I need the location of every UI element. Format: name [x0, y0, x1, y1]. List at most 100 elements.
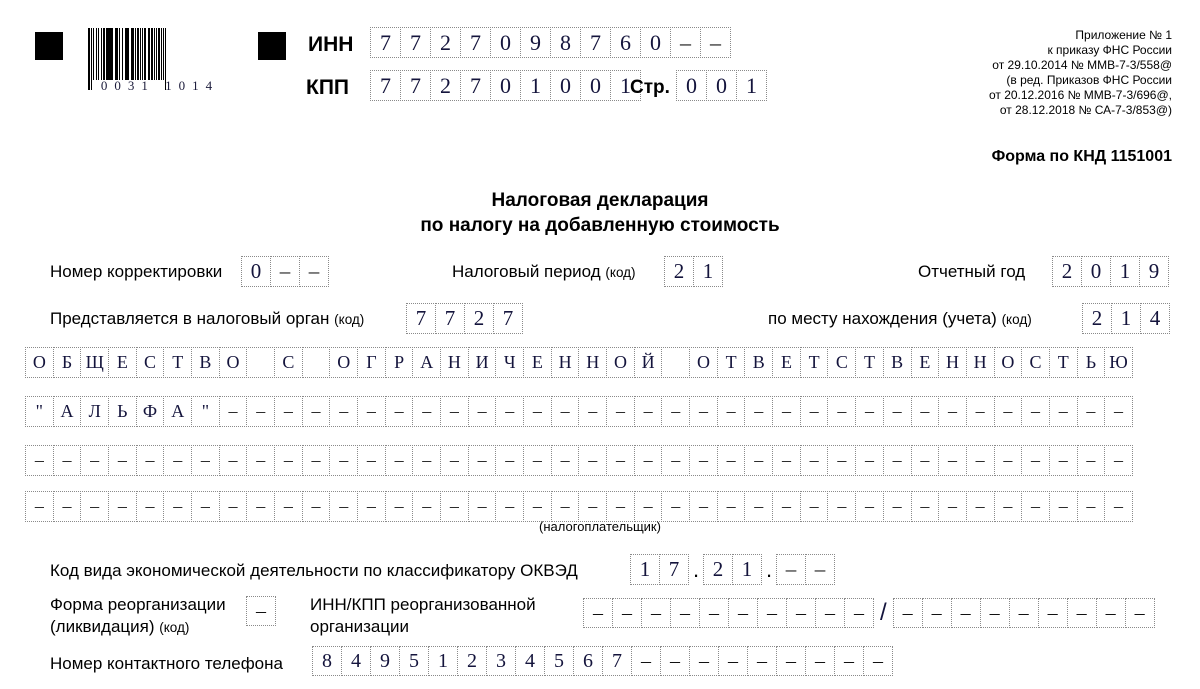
form-cell[interactable]: – — [1037, 598, 1068, 628]
reorg-inn-group[interactable]: – – – – – – – – – – — [583, 598, 874, 628]
form-cell[interactable]: 0 — [580, 70, 611, 101]
form-cell[interactable]: – — [993, 445, 1023, 476]
form-cell[interactable]: – — [218, 396, 248, 427]
okved-field[interactable]: 1 7. 2 1. – – — [630, 554, 835, 585]
form-cell[interactable]: – — [550, 491, 580, 522]
form-cell[interactable]: 1 — [732, 554, 762, 585]
form-cell[interactable]: – — [606, 445, 635, 476]
form-cell[interactable]: – — [921, 598, 952, 628]
form-cell[interactable]: – — [135, 491, 165, 522]
form-cell[interactable]: 0 — [490, 27, 521, 58]
form-cell[interactable]: – — [191, 491, 220, 522]
form-cell[interactable]: Т — [1048, 347, 1078, 378]
reporting-year-field[interactable]: 2019 — [1052, 256, 1169, 287]
form-cell[interactable]: 6 — [573, 646, 603, 676]
form-cell[interactable]: – — [776, 646, 806, 676]
form-cell[interactable]: – — [827, 445, 857, 476]
form-cell[interactable]: 7 — [370, 70, 401, 101]
form-cell[interactable]: 2 — [464, 303, 494, 334]
form-cell[interactable]: 4 — [1140, 303, 1170, 334]
form-cell[interactable]: – — [246, 396, 276, 427]
form-cell[interactable]: 1 — [428, 646, 458, 676]
form-cell[interactable]: – — [772, 445, 801, 476]
form-cell[interactable]: Б — [52, 347, 82, 378]
form-cell[interactable]: – — [660, 646, 690, 676]
form-cell[interactable]: Е — [772, 347, 801, 378]
form-cell[interactable]: – — [163, 445, 193, 476]
form-cell[interactable]: – — [633, 491, 663, 522]
form-cell[interactable]: – — [218, 445, 248, 476]
form-cell[interactable]: И — [467, 347, 497, 378]
form-cell[interactable]: – — [699, 598, 729, 628]
form-cell[interactable]: Л — [80, 396, 110, 427]
form-cell[interactable]: – — [979, 598, 1010, 628]
form-cell[interactable]: – — [910, 396, 940, 427]
form-cell[interactable]: – — [718, 646, 748, 676]
form-cell[interactable]: – — [689, 445, 718, 476]
form-cell[interactable]: Р — [384, 347, 414, 378]
form-cell[interactable]: 2 — [703, 554, 733, 585]
form-cell[interactable]: – — [467, 396, 497, 427]
form-cell[interactable]: – — [882, 445, 912, 476]
form-cell[interactable]: 7 — [659, 554, 689, 585]
form-cell[interactable]: – — [641, 598, 671, 628]
form-cell[interactable]: – — [246, 596, 276, 626]
form-cell[interactable]: – — [25, 491, 54, 522]
form-cell[interactable]: Е — [910, 347, 940, 378]
taxpayer-name-row[interactable]: – – – – – – – – – – – – – – – – – – – – – – – – – – – – – – – – – – – – – – – – — [25, 491, 1133, 522]
reorg-form-field[interactable]: – — [246, 596, 276, 626]
form-cell[interactable]: – — [384, 445, 414, 476]
form-cell[interactable]: – — [786, 598, 816, 628]
form-cell[interactable]: Е — [523, 347, 552, 378]
form-cell[interactable]: – — [716, 445, 746, 476]
form-cell[interactable]: – — [670, 27, 701, 58]
form-cell[interactable]: – — [716, 396, 746, 427]
form-cell[interactable]: В — [882, 347, 912, 378]
phone-field[interactable]: 8 4 9 5 1 2 3 4 5 6 7– – – – – – – – – — [312, 646, 893, 676]
form-cell[interactable]: 1 — [1110, 256, 1140, 287]
form-cell[interactable]: – — [357, 396, 386, 427]
form-cell[interactable]: – — [612, 598, 642, 628]
form-cell[interactable]: С — [135, 347, 165, 378]
form-cell[interactable] — [301, 347, 331, 378]
form-cell[interactable]: – — [744, 396, 774, 427]
form-cell[interactable]: 2 — [430, 70, 461, 101]
form-cell[interactable]: 2 — [1052, 256, 1082, 287]
form-cell[interactable] — [246, 347, 276, 378]
form-cell[interactable]: – — [583, 598, 613, 628]
form-cell[interactable]: Ю — [1104, 347, 1133, 378]
form-cell[interactable]: – — [844, 598, 874, 628]
form-cell[interactable]: О — [218, 347, 248, 378]
form-cell[interactable]: – — [299, 256, 329, 287]
form-cell[interactable]: 3 — [486, 646, 516, 676]
form-cell[interactable]: Т — [799, 347, 829, 378]
form-cell[interactable]: 2 — [430, 27, 461, 58]
form-cell[interactable] — [661, 347, 691, 378]
form-cell[interactable]: С — [274, 347, 303, 378]
form-cell[interactable]: – — [274, 445, 303, 476]
form-cell[interactable]: – — [631, 646, 661, 676]
form-cell[interactable]: – — [1048, 491, 1078, 522]
form-cell[interactable]: – — [776, 554, 806, 585]
form-cell[interactable]: – — [301, 491, 331, 522]
form-cell[interactable]: – — [163, 491, 193, 522]
form-cell[interactable]: Ь — [108, 396, 137, 427]
form-cell[interactable]: Г — [357, 347, 386, 378]
form-cell[interactable]: – — [670, 598, 700, 628]
form-cell[interactable]: – — [440, 445, 469, 476]
form-cell[interactable]: – — [700, 27, 731, 58]
form-cell[interactable]: 1 — [736, 70, 767, 101]
form-cell[interactable]: А — [163, 396, 193, 427]
form-cell[interactable]: – — [274, 396, 303, 427]
form-cell[interactable]: – — [965, 445, 995, 476]
form-cell[interactable]: Н — [938, 347, 967, 378]
form-cell[interactable]: – — [633, 445, 663, 476]
form-cell[interactable]: 2 — [664, 256, 694, 287]
form-cell[interactable]: – — [661, 396, 691, 427]
form-cell[interactable]: 7 — [602, 646, 632, 676]
form-cell[interactable]: – — [799, 491, 829, 522]
form-cell[interactable]: – — [357, 445, 386, 476]
form-cell[interactable]: – — [301, 396, 331, 427]
form-cell[interactable]: – — [993, 491, 1023, 522]
form-cell[interactable]: Ф — [135, 396, 165, 427]
